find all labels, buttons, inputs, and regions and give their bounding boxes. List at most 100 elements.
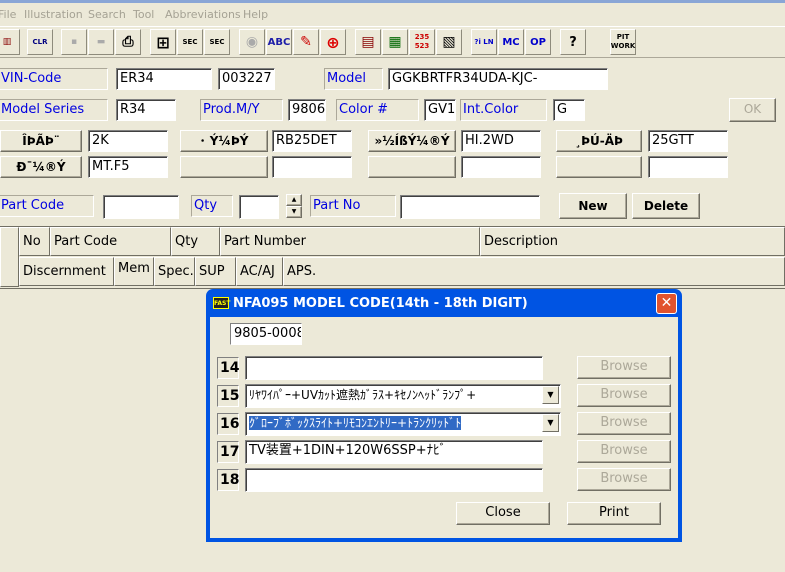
chevron-down-icon[interactable]: ▼ bbox=[542, 386, 559, 404]
dialog-title-bar[interactable]: FAST NFA095 MODEL CODE(14th - 18th DIGIT… bbox=[209, 291, 679, 316]
mc-icon[interactable]: MC bbox=[498, 29, 524, 55]
vin-code-label: VIN-Code bbox=[0, 68, 108, 90]
folder-icon[interactable]: ▬ bbox=[88, 29, 114, 55]
book-open-icon[interactable]: ▤ bbox=[355, 29, 381, 55]
qty-spinner[interactable]: ▲ ▼ bbox=[286, 194, 302, 218]
spec-button-8[interactable] bbox=[556, 156, 642, 178]
spec-field-8[interactable] bbox=[648, 156, 728, 178]
color-label: Color # bbox=[336, 99, 419, 121]
printer-icon[interactable]: ⎙ bbox=[115, 29, 141, 55]
spec-field-1[interactable]: 2K bbox=[88, 130, 168, 152]
col-discernment[interactable]: Discernment bbox=[19, 257, 114, 286]
digit-14-field[interactable] bbox=[245, 356, 543, 380]
col-part-code[interactable]: Part Code bbox=[50, 227, 171, 256]
spec-button-1[interactable]: ÎÞÃÞ¨ bbox=[0, 130, 82, 152]
digit-15-select[interactable]: ﾘﾔﾜｲﾊﾟｰ+UVｶｯﾄ遮熱ｶﾞﾗｽ+ｷｾﾉﾝﾍｯﾄﾞﾗﾝﾌﾟ+ ▼ bbox=[245, 384, 561, 408]
menu-help[interactable]: Help bbox=[243, 8, 268, 21]
menu-file[interactable]: File bbox=[0, 8, 16, 21]
spec-field-2[interactable]: RB25DET bbox=[272, 130, 352, 152]
grid-row-selector[interactable] bbox=[0, 227, 19, 287]
col-spec[interactable]: Spec. bbox=[154, 257, 195, 286]
clear-eraser-icon[interactable]: CLR bbox=[27, 29, 53, 55]
illustration-book-icon[interactable]: ▥ bbox=[0, 29, 20, 55]
spec-field-4[interactable]: 25GTT bbox=[648, 130, 728, 152]
delete-button[interactable]: Delete bbox=[632, 193, 700, 219]
browse-18-button[interactable]: Browse bbox=[577, 468, 671, 491]
prod-my-field[interactable]: 9806 bbox=[288, 99, 326, 121]
digit-16-select[interactable]: ｸﾞﾛｰﾌﾞﾎﾞｯｸｽﾗｲﾄ+ﾘﾓｺﾝｴﾝﾄﾘｰ+ﾄﾗﾝｸﾘｯﾄﾞﾄ ▼ bbox=[245, 412, 561, 436]
info-ln-icon[interactable]: ?i LN bbox=[471, 29, 497, 55]
qty-field[interactable] bbox=[239, 195, 279, 219]
digit-18-field[interactable] bbox=[245, 468, 543, 492]
close-button[interactable]: Close bbox=[456, 502, 550, 525]
ok-button[interactable]: OK bbox=[729, 98, 776, 122]
spec-field-3[interactable]: HI.2WD bbox=[461, 130, 541, 152]
new-button[interactable]: New bbox=[559, 193, 627, 219]
disc-icon[interactable]: ◉ bbox=[239, 29, 265, 55]
spec-field-6[interactable] bbox=[272, 156, 352, 178]
menu-search[interactable]: Search bbox=[88, 8, 126, 21]
menu-bar: File Illustration Search Tool Abbreviati… bbox=[0, 0, 785, 26]
col-sup[interactable]: SUP bbox=[195, 257, 236, 286]
spin-up-icon[interactable]: ▲ bbox=[286, 194, 302, 206]
col-aps[interactable]: APS. bbox=[283, 257, 785, 286]
toolbar: ▥ CLR ▪ ▬ ⎙ ⊞ SEC SEC ◉ ABC ✎ ⊕ ▤ ▦ 235 … bbox=[0, 26, 785, 58]
model-series-field[interactable]: R34 bbox=[116, 99, 176, 121]
close-icon[interactable]: ✕ bbox=[656, 293, 677, 314]
col-ac-aj[interactable]: AC/AJ bbox=[236, 257, 283, 286]
spec-button-6[interactable] bbox=[180, 156, 268, 178]
pit-work-icon[interactable]: PIT WORK bbox=[610, 29, 636, 55]
spec-button-5[interactable]: Ð¯¼®Ý bbox=[0, 156, 82, 178]
digit-16-label: 16 bbox=[217, 413, 239, 435]
spec-button-4[interactable]: ¸ÞÚ-ÄÞ bbox=[556, 130, 642, 152]
col-part-number[interactable]: Part Number bbox=[220, 227, 480, 256]
clipboard-icon[interactable]: ▦ bbox=[382, 29, 408, 55]
col-no[interactable]: No bbox=[19, 227, 50, 256]
part-code-field[interactable] bbox=[103, 195, 179, 219]
section-stack-icon[interactable]: SEC bbox=[204, 29, 230, 55]
spec-button-3[interactable]: »½ÍßÝ¼®Ý bbox=[368, 130, 456, 152]
col-description[interactable]: Description bbox=[480, 227, 785, 256]
chevron-down-icon[interactable]: ▼ bbox=[542, 414, 559, 432]
vin-prefix-field[interactable]: ER34 bbox=[116, 68, 212, 90]
spin-down-icon[interactable]: ▼ bbox=[286, 206, 302, 218]
spec-button-7[interactable] bbox=[368, 156, 456, 178]
digit-15-value: ﾘﾔﾜｲﾊﾟｰ+UVｶｯﾄ遮熱ｶﾞﾗｽ+ｷｾﾉﾝﾍｯﾄﾞﾗﾝﾌﾟ+ bbox=[249, 388, 477, 402]
qty-label: Qty bbox=[191, 195, 233, 217]
browse-16-button[interactable]: Browse bbox=[577, 412, 671, 435]
print-button[interactable]: Print bbox=[567, 502, 661, 525]
int-color-field[interactable]: G bbox=[553, 99, 585, 121]
browse-14-button[interactable]: Browse bbox=[577, 356, 671, 379]
section-icon[interactable]: SEC bbox=[177, 29, 203, 55]
model-code-field[interactable]: 9805-0008 bbox=[230, 323, 302, 345]
help-bubble-icon[interactable]: ? bbox=[560, 29, 586, 55]
digit-17-label: 17 bbox=[217, 441, 239, 463]
col-mem[interactable]: Mem bbox=[114, 257, 154, 286]
save-disk-icon[interactable]: ▪ bbox=[61, 29, 87, 55]
op-icon[interactable]: OP bbox=[525, 29, 551, 55]
digit-17-field[interactable]: TV装置+1DIN+120W6SSP+ﾅﾋﾞ bbox=[245, 440, 543, 464]
col-qty[interactable]: Qty bbox=[171, 227, 220, 256]
menu-abbreviations[interactable]: Abbreviations bbox=[165, 8, 241, 21]
add-circle-icon[interactable]: ⊕ bbox=[320, 29, 346, 55]
dialog-body: 9805-0008 14 Browse 15 ﾘﾔﾜｲﾊﾟｰ+UVｶｯﾄ遮熱ｶﾞ… bbox=[210, 317, 678, 538]
spec-field-5[interactable]: MT.F5 bbox=[88, 156, 168, 178]
browse-17-button[interactable]: Browse bbox=[577, 440, 671, 463]
number-convert-icon[interactable]: 235 523 bbox=[409, 29, 435, 55]
spec-field-7[interactable] bbox=[461, 156, 541, 178]
digit-16-value: ｸﾞﾛｰﾌﾞﾎﾞｯｸｽﾗｲﾄ+ﾘﾓｺﾝｴﾝﾄﾘｰ+ﾄﾗﾝｸﾘｯﾄﾞﾄ bbox=[249, 416, 462, 430]
digit-18-label: 18 bbox=[217, 469, 239, 491]
color-field[interactable]: GV1 bbox=[424, 99, 456, 121]
abc-spell-icon[interactable]: ABC bbox=[266, 29, 292, 55]
document-icon[interactable]: ▧ bbox=[436, 29, 462, 55]
menu-illustration[interactable]: Illustration bbox=[24, 8, 83, 21]
menu-tool[interactable]: Tool bbox=[133, 8, 154, 21]
prod-my-label: Prod.M/Y bbox=[200, 99, 283, 121]
model-field[interactable]: GGKBRTFR34UDA-KJC- bbox=[388, 68, 608, 90]
browse-15-button[interactable]: Browse bbox=[577, 384, 671, 407]
part-no-field[interactable] bbox=[400, 195, 540, 219]
spec-button-2[interactable]: ･ Ý¼ÞÝ bbox=[180, 130, 268, 152]
car-edit-icon[interactable]: ✎ bbox=[293, 29, 319, 55]
vin-serial-field[interactable]: 003227 bbox=[218, 68, 275, 90]
grid-layout-icon[interactable]: ⊞ bbox=[150, 29, 176, 55]
